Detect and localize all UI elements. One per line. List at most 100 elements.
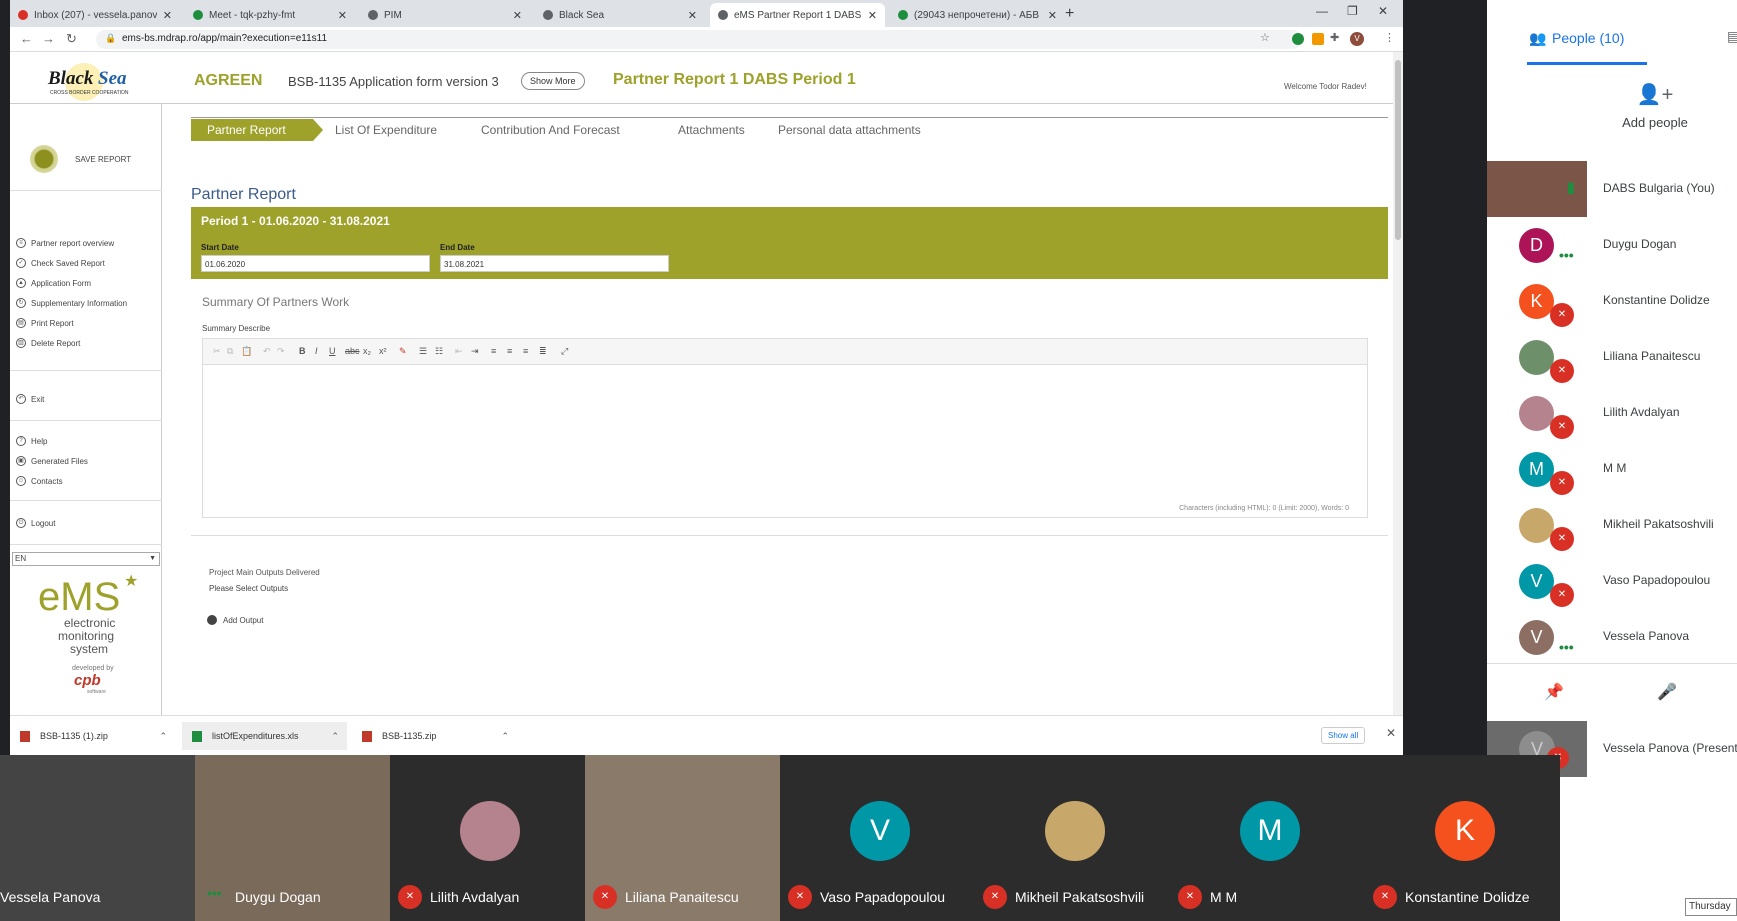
chevron-up-icon[interactable]: ⌃ — [331, 731, 339, 742]
download-item[interactable]: listOfExpenditures.xls ⌃ — [182, 722, 347, 750]
tab-6[interactable]: (29043 непрочетени) - АБВ пощ ✕ — [890, 3, 1065, 27]
step-partner-report[interactable]: Partner Report — [191, 119, 323, 141]
align-left-icon[interactable]: ≡ — [491, 346, 496, 356]
maximize-icon[interactable]: ❐ — [1347, 4, 1358, 18]
video-tile[interactable]: Vessela Panova — [0, 755, 195, 921]
star-icon[interactable]: ☆ — [1260, 31, 1270, 44]
download-item[interactable]: BSB-1135 (1).zip ⌃ — [10, 722, 175, 750]
close-tab-icon[interactable]: ✕ — [868, 9, 877, 22]
extensions-puzzle-icon[interactable]: ✚ — [1330, 31, 1339, 44]
participant-row[interactable]: M ✕ M M — [1487, 441, 1737, 497]
indent-icon[interactable]: ⇥ — [471, 346, 479, 357]
pin-icon[interactable]: 📌 — [1544, 682, 1564, 702]
sidebar-item-contacts[interactable]: ☺ Contacts — [16, 476, 63, 486]
sidebar-item-supplementary-information[interactable]: ↻ Supplementary Information — [16, 298, 127, 308]
tab-3[interactable]: PIM ✕ — [360, 3, 530, 27]
tab-4[interactable]: Black Sea ✕ — [535, 3, 705, 27]
strikethrough-icon[interactable]: abc — [345, 346, 360, 356]
align-center-icon[interactable]: ≡ — [507, 346, 512, 356]
sidebar-item-help[interactable]: ? Help — [16, 436, 47, 446]
extension-box-icon[interactable] — [1312, 33, 1324, 45]
video-tile[interactable]: K ✕ Konstantine Dolidze — [1365, 755, 1560, 921]
step-personal-data-attachments[interactable]: Personal data attachments — [778, 119, 921, 141]
bold-icon[interactable]: B — [299, 346, 306, 356]
scrollbar-thumb[interactable] — [1395, 60, 1401, 240]
video-tile[interactable]: V ✕ Vaso Papadopoulou — [780, 755, 975, 921]
show-all-button[interactable]: Show all — [1321, 727, 1366, 744]
sidebar-item-delete-report[interactable]: ▥ Delete Report — [16, 338, 80, 348]
minimize-icon[interactable]: — — [1316, 4, 1328, 18]
sidebar-item-application-form[interactable]: ▲ Application Form — [16, 278, 91, 288]
numbered-list-icon[interactable]: ☰ — [419, 346, 427, 357]
underline-icon[interactable]: U — [329, 346, 336, 356]
outdent-icon[interactable]: ⇤ — [455, 346, 463, 357]
tab-5[interactable]: eMS Partner Report 1 DABS Peri ✕ — [710, 3, 885, 27]
download-item[interactable]: BSB-1135.zip ⌃ — [352, 722, 517, 750]
tab-2[interactable]: Meet - tqk-pzhy-fmt ✕ — [185, 3, 355, 27]
video-tile[interactable]: ✕ Mikheil Pakatsoshvili — [975, 755, 1170, 921]
profile-avatar-icon[interactable]: V — [1350, 32, 1364, 46]
language-select[interactable]: EN ▼ — [12, 552, 160, 566]
participant-row[interactable]: ▮ DABS Bulgaria (You) — [1487, 161, 1737, 217]
paste-icon[interactable]: 📋 — [241, 346, 252, 357]
participant-row[interactable]: V ••• Vessela Panova — [1487, 609, 1737, 665]
sidebar-item-print-report[interactable]: ▤ Print Report — [16, 318, 74, 328]
participant-row[interactable]: ✕ Liliana Panaitescu — [1487, 329, 1737, 385]
justify-icon[interactable]: ≣ — [539, 346, 547, 357]
sidebar-item-generated-files[interactable]: ▣ Generated Files — [16, 456, 88, 466]
new-tab-icon[interactable]: + — [1065, 5, 1074, 23]
participant-row[interactable]: V ✕ Vaso Papadopoulou — [1487, 553, 1737, 609]
reload-icon[interactable]: ↻ — [66, 31, 77, 47]
video-tile[interactable]: ✕ Liliana Panaitescu — [585, 755, 780, 921]
close-tab-icon[interactable]: ✕ — [513, 9, 522, 22]
add-output-button[interactable]: Add Output — [207, 615, 263, 625]
superscript-icon[interactable]: x² — [379, 346, 387, 356]
page-scrollbar[interactable] — [1393, 52, 1403, 715]
close-tab-icon[interactable]: ✕ — [1048, 9, 1057, 22]
end-date-field[interactable]: 31.08.2021 — [440, 255, 669, 272]
step-attachments[interactable]: Attachments — [678, 119, 745, 141]
video-tile[interactable]: ••• Duygu Dogan — [195, 755, 390, 921]
sidebar-item-partner-report-overview[interactable]: ≡ Partner report overview — [16, 238, 114, 248]
maximize-icon[interactable]: ⤢ — [561, 346, 568, 357]
bullet-list-icon[interactable]: ☷ — [435, 346, 443, 357]
address-bar[interactable]: 🔒 ems-bs.mdrap.ro/app/main?execution=e11… — [96, 30, 1302, 49]
redo-icon[interactable]: ↷ — [277, 346, 285, 357]
sidebar-item-logout[interactable]: ⏻ Logout — [16, 518, 55, 528]
microphone-icon[interactable]: 🎤 — [1657, 682, 1677, 702]
italic-icon[interactable]: I — [315, 346, 318, 356]
sidebar-item-check-saved-report[interactable]: ✓ Check Saved Report — [16, 258, 105, 268]
extension-grammarly-icon[interactable] — [1292, 33, 1304, 45]
video-tile[interactable]: M ✕ M M — [1170, 755, 1365, 921]
save-report-button[interactable]: SAVE REPORT — [20, 139, 160, 179]
chevron-up-icon[interactable]: ⌃ — [159, 731, 167, 742]
sidebar-item-exit[interactable]: ↶ Exit — [16, 394, 44, 404]
close-window-icon[interactable]: ✕ — [1378, 4, 1388, 18]
add-people-button[interactable]: 👤+ Add people — [1617, 82, 1693, 130]
close-tab-icon[interactable]: ✕ — [688, 9, 697, 22]
participant-row[interactable]: D ••• Duygu Dogan — [1487, 217, 1737, 273]
copy-icon[interactable]: ⧉ — [227, 346, 233, 357]
subscript-icon[interactable]: x₂ — [363, 346, 371, 356]
close-tab-icon[interactable]: ✕ — [163, 9, 172, 22]
participant-row[interactable]: ✕ Mikheil Pakatsoshvili — [1487, 497, 1737, 553]
back-icon[interactable]: ← — [20, 31, 33, 46]
undo-icon[interactable]: ↶ — [263, 346, 271, 357]
video-tile[interactable]: ✕ Lilith Avdalyan — [390, 755, 585, 921]
chevron-up-icon[interactable]: ⌃ — [501, 731, 509, 742]
step-contribution-and-forecast[interactable]: Contribution And Forecast — [481, 119, 620, 141]
forward-icon[interactable]: → — [42, 31, 55, 46]
tab-1[interactable]: Inbox (207) - vessela.panova@ ✕ — [10, 3, 180, 27]
chat-icon[interactable]: ▤ — [1727, 28, 1737, 45]
step-list-of-expenditure[interactable]: List Of Expenditure — [335, 119, 437, 141]
remove-format-icon[interactable]: ✎ — [399, 346, 407, 357]
participant-row[interactable]: ✕ Lilith Avdalyan — [1487, 385, 1737, 441]
start-date-field[interactable]: 01.06.2020 — [201, 255, 430, 272]
show-more-button[interactable]: Show More — [521, 72, 585, 90]
rich-text-editor[interactable]: ✂ ⧉ 📋 ↶ ↷ B I U abc x₂ x² ✎ ☰ ☷ ⇤ ⇥ ≡ ≡ … — [202, 338, 1368, 518]
close-icon[interactable]: ✕ — [1386, 726, 1396, 740]
cut-icon[interactable]: ✂ — [213, 346, 221, 357]
participant-row[interactable]: K ✕ Konstantine Dolidze — [1487, 273, 1737, 329]
close-tab-icon[interactable]: ✕ — [338, 9, 347, 22]
align-right-icon[interactable]: ≡ — [523, 346, 528, 356]
